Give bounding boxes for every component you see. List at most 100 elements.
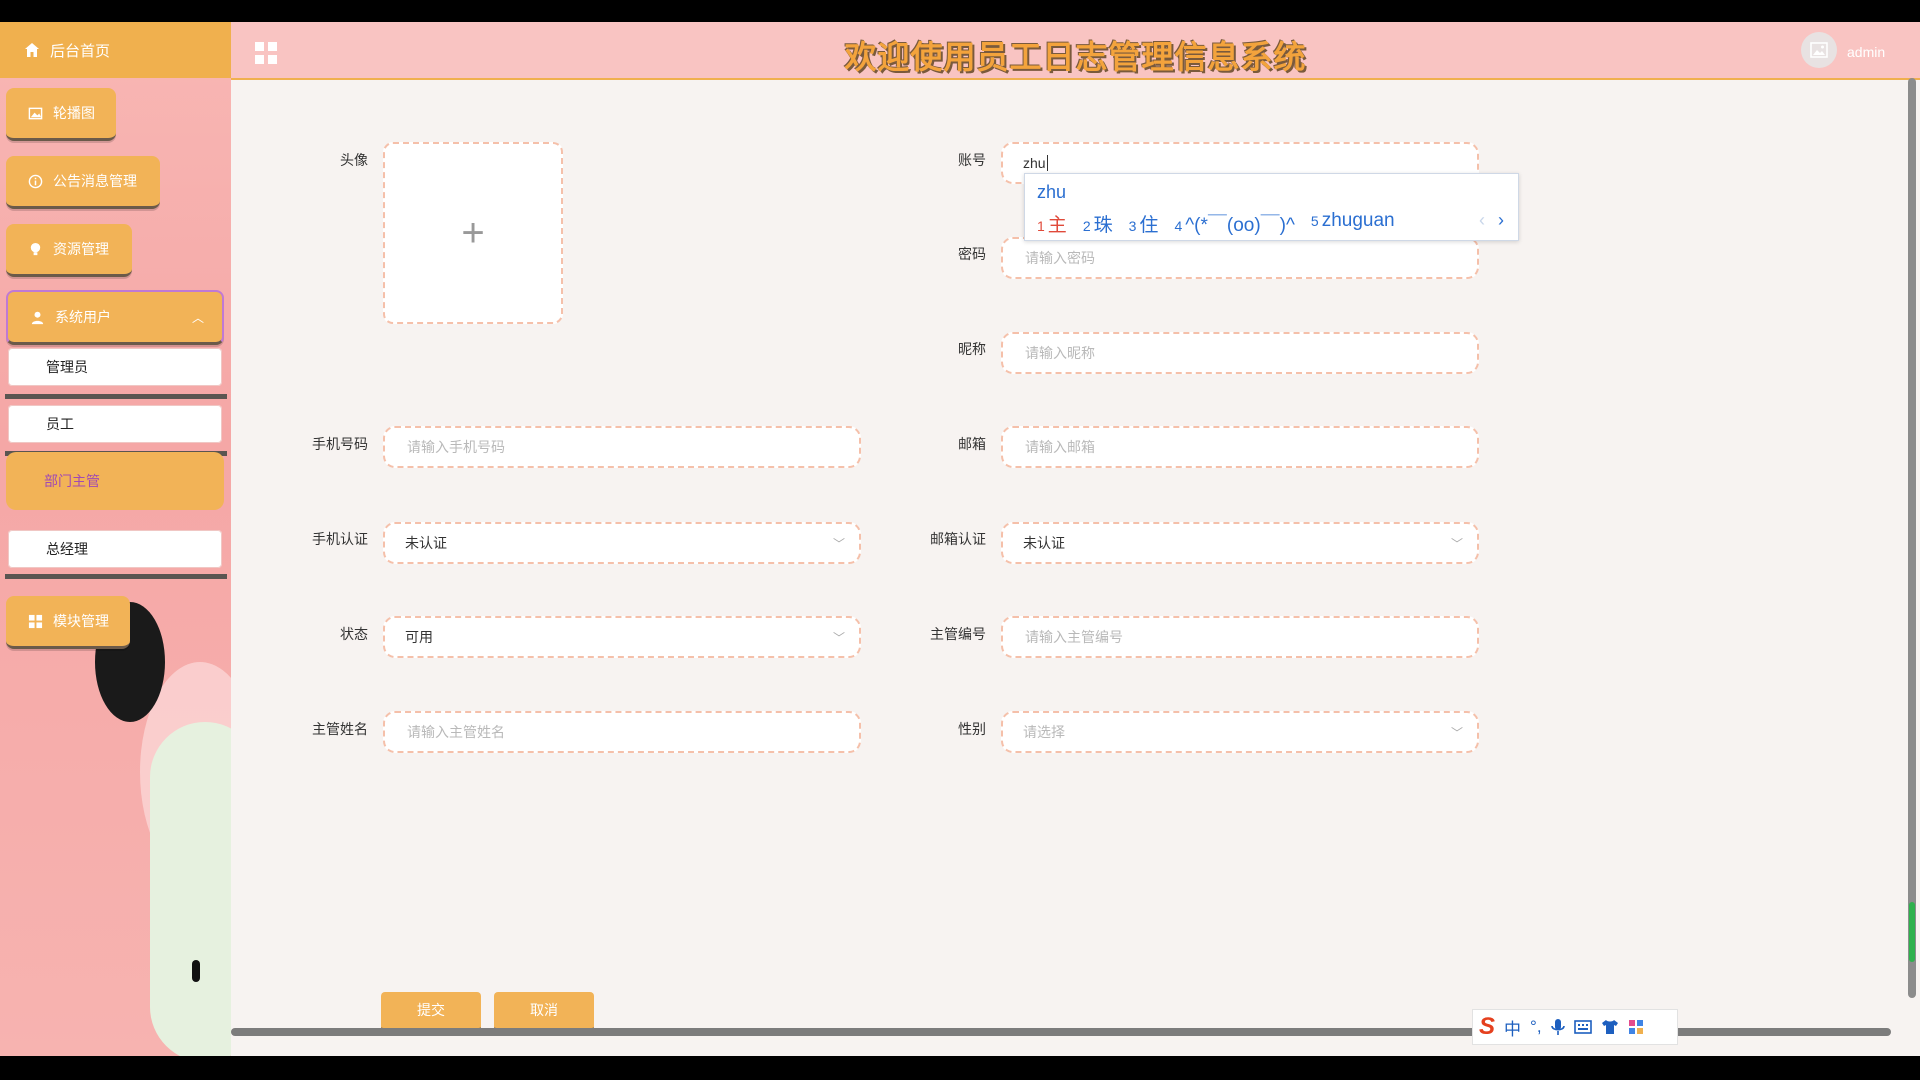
ime-candidate[interactable]: 3住: [1129, 210, 1159, 237]
ime-candidate[interactable]: 5 zhuguan: [1311, 210, 1395, 237]
divider: [5, 394, 227, 399]
sidebar-item-label: 系统用户: [55, 309, 111, 325]
supervisor-no-label: 主管编号: [930, 626, 986, 642]
page-title: 欢迎使用员工日志管理信息系统: [844, 39, 1307, 75]
ime-toolbar: S 中 °,: [1472, 1009, 1678, 1045]
chevron-up-icon: ︿: [191, 310, 204, 325]
ime-candidate[interactable]: 1主: [1037, 210, 1067, 237]
sidebar-decoration: [150, 722, 231, 1056]
ime-candidate-popup: zhu 1主 2珠 3住 4 ^(*￣(oo)￣)^ 5 zhuguan ‹ ›: [1024, 173, 1519, 241]
chevron-down-icon: ﹀: [1450, 536, 1463, 551]
ime-composition: zhu: [1037, 182, 1067, 202]
email-label: 邮箱: [958, 436, 986, 452]
sidebar-home-link[interactable]: 后台首页: [0, 22, 231, 78]
sidebar-home-label: 后台首页: [50, 42, 111, 60]
submit-button[interactable]: 提交: [381, 992, 481, 1031]
toolbox-icon[interactable]: [1628, 1019, 1644, 1035]
avatar[interactable]: [1801, 32, 1837, 68]
user-icon: [31, 311, 44, 324]
phone-field[interactable]: [383, 426, 861, 468]
nickname-label: 昵称: [958, 341, 986, 357]
home-icon: [25, 43, 39, 57]
sidebar-subitem-employee[interactable]: 员工: [8, 405, 222, 443]
vertical-scrollbar-thumb[interactable]: [1909, 902, 1915, 962]
email-verify-select[interactable]: 未认证 ﹀: [1001, 522, 1479, 564]
vertical-scrollbar[interactable]: [1908, 78, 1916, 998]
username[interactable]: admin: [1847, 44, 1885, 60]
app-window: 后台首页 轮播图 公告消息管理 资源管理 系统用户 ︿ 管理员 员工 部门主管 …: [0, 22, 1920, 1056]
password-input[interactable]: [1023, 249, 1407, 267]
email-field[interactable]: [1001, 426, 1479, 468]
nickname-input[interactable]: [1023, 344, 1407, 362]
status-select[interactable]: 可用 ﹀: [383, 616, 861, 658]
sogou-logo-icon[interactable]: S: [1479, 1013, 1495, 1041]
header: 欢迎使用员工日志管理信息系统 admin: [231, 22, 1920, 80]
sidebar-item-carousel[interactable]: 轮播图: [6, 88, 116, 141]
phone-label: 手机号码: [312, 436, 368, 452]
nickname-field[interactable]: [1001, 332, 1479, 374]
screen: 后台首页 轮播图 公告消息管理 资源管理 系统用户 ︿ 管理员 员工 部门主管 …: [0, 0, 1920, 1080]
ime-next-page[interactable]: ›: [1498, 210, 1504, 230]
account-label: 账号: [958, 152, 986, 168]
ime-candidate-text: zhuguan: [1321, 210, 1395, 231]
sidebar-subitem-label: 部门主管: [44, 473, 100, 489]
sidebar-subitem-admin[interactable]: 管理员: [8, 348, 222, 386]
plus-icon: +: [461, 210, 485, 255]
phone-verify-label: 手机认证: [312, 531, 368, 547]
sidebar-subitem-label: 员工: [46, 416, 74, 432]
sidebar-item-announcements[interactable]: 公告消息管理: [6, 156, 160, 209]
supervisor-name-input[interactable]: [405, 723, 789, 741]
phone-input[interactable]: [405, 438, 789, 456]
account-value: zhu: [1023, 155, 1046, 171]
gender-placeholder: 请选择: [1023, 724, 1065, 740]
ime-candidate-number: 3: [1128, 218, 1137, 234]
bulb-icon: [30, 242, 41, 255]
phone-verify-select[interactable]: 未认证 ﹀: [383, 522, 861, 564]
microphone-icon[interactable]: [1550, 1018, 1565, 1036]
sidebar-item-resources[interactable]: 资源管理: [6, 224, 132, 277]
ime-candidate[interactable]: 4 ^(*￣(oo)￣)^: [1174, 210, 1294, 237]
ime-page-nav: ‹ ›: [1479, 210, 1504, 231]
sidebar-subitem-general-manager[interactable]: 总经理: [8, 530, 222, 568]
skin-icon[interactable]: [1601, 1019, 1619, 1035]
password-field[interactable]: [1001, 237, 1479, 279]
ime-candidate[interactable]: 2珠: [1083, 210, 1113, 237]
sidebar-item-label: 资源管理: [53, 241, 109, 257]
ime-punct-toggle[interactable]: °,: [1530, 1017, 1542, 1037]
status-label: 状态: [340, 626, 368, 642]
ime-candidate-number: 1: [1037, 218, 1045, 234]
ime-candidate-number: 5: [1310, 213, 1319, 229]
email-verify-label: 邮箱认证: [930, 531, 986, 547]
phone-verify-value: 未认证: [405, 535, 447, 551]
chevron-down-icon: ﹀: [1450, 725, 1463, 740]
image-icon: [28, 107, 43, 119]
sidebar-item-system-users[interactable]: 系统用户 ︿: [6, 290, 224, 345]
ime-candidate-text: 住: [1139, 215, 1159, 236]
sidebar-item-modules[interactable]: 模块管理: [6, 596, 130, 649]
ime-candidate-text: ^(*￣(oo)￣)^: [1185, 215, 1295, 236]
supervisor-name-label: 主管姓名: [312, 721, 368, 737]
supervisor-name-field[interactable]: [383, 711, 861, 753]
avatar-upload[interactable]: +: [383, 142, 563, 324]
supervisor-no-input[interactable]: [1023, 628, 1407, 646]
cancel-button[interactable]: 取消: [494, 992, 594, 1031]
info-icon: [28, 174, 43, 188]
ime-candidate-list: 1主 2珠 3住 4 ^(*￣(oo)￣)^ 5 zhuguan: [1037, 210, 1395, 237]
sidebar-subitem-label: 总经理: [46, 541, 88, 557]
ime-lang-toggle[interactable]: 中: [1504, 1015, 1521, 1040]
sidebar-item-label: 公告消息管理: [53, 173, 137, 189]
password-label: 密码: [958, 246, 986, 262]
ime-prev-page[interactable]: ‹: [1479, 210, 1485, 230]
gender-select[interactable]: 请选择 ﹀: [1001, 711, 1479, 753]
sidebar-decoration: [192, 960, 200, 982]
chevron-down-icon: ﹀: [832, 630, 845, 645]
image-icon: [1810, 42, 1828, 58]
keyboard-icon[interactable]: [1573, 1020, 1592, 1034]
ime-candidate-text: 主: [1047, 215, 1067, 236]
grid-icon: [28, 614, 43, 628]
supervisor-no-field[interactable]: [1001, 616, 1479, 658]
email-input[interactable]: [1023, 438, 1407, 456]
sidebar-item-label: 轮播图: [53, 105, 95, 121]
sidebar-subitem-dept-manager[interactable]: 部门主管: [6, 452, 224, 510]
chevron-down-icon: ﹀: [832, 536, 845, 551]
